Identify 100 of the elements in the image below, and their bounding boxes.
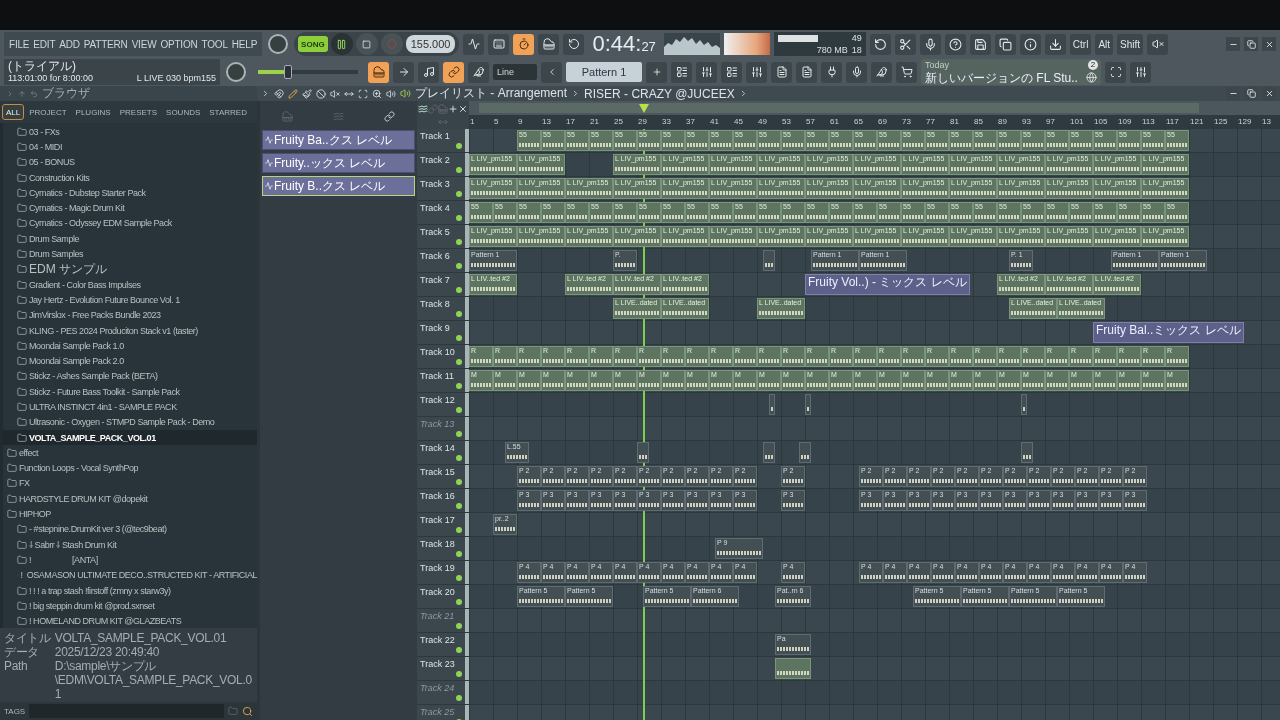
browser-folder-item[interactable]: Jay Hertz - Evolution Future Bounce Vol. 1 [3, 292, 257, 308]
track-mute-led[interactable] [456, 647, 462, 653]
toolbar-toggle[interactable] [538, 33, 560, 55]
track-header[interactable]: Track 21 [417, 609, 469, 632]
track-mute-led[interactable] [456, 359, 462, 365]
toolbar-button[interactable] [994, 33, 1016, 55]
window-toggle-button[interactable] [671, 61, 692, 83]
track-header[interactable]: Track 12 [417, 393, 469, 416]
browser-folder-item[interactable]: ! OSAMASON ULTIMATE DECO..STRUCTED KIT - ARTIFICIAL [3, 567, 257, 583]
pattern-selector[interactable]: Pattern 1 [566, 62, 642, 82]
track-mute-led[interactable] [456, 695, 462, 701]
browser-folder-item[interactable]: Ultrasonic - Oxygen - STMPD Sample Pack - Demo [3, 414, 257, 430]
track-mute-led[interactable] [456, 431, 462, 437]
toolbar-button[interactable] [1105, 61, 1126, 83]
track-header[interactable]: Track 18 [417, 537, 469, 560]
pattern-clip[interactable] [763, 442, 775, 463]
toolbar-button[interactable] [1044, 33, 1066, 55]
track-header[interactable]: Track 15 [417, 465, 469, 488]
browser-folder-item[interactable]: ! big steppin drum kit @prod.sxnset [3, 598, 257, 614]
browser-folder-item[interactable]: 04 - MIDI [3, 139, 257, 155]
browser-folder-item[interactable]: ULTRA INSTINCT 4in1 - SAMPLE PACK [3, 399, 257, 415]
browser-folder-item[interactable]: FX [3, 475, 257, 492]
browser-folder-item[interactable]: ! [ANTA] [3, 552, 257, 568]
track-header[interactable]: Track 6 [417, 249, 469, 272]
modifier-key-button[interactable]: Alt [1095, 33, 1114, 55]
toolbar-toggle[interactable] [513, 33, 535, 55]
master-pitch-knob[interactable] [226, 62, 246, 82]
window-toggle-button[interactable] [721, 61, 742, 83]
pattern-clip[interactable] [1021, 442, 1033, 463]
track-header[interactable]: Track 4 [417, 201, 469, 224]
news-panel[interactable]: Today 新しいバージョンの FL Stu.. 2 [921, 59, 1101, 85]
window-toggle-button[interactable] [771, 61, 792, 83]
track-header[interactable]: Track 8 [417, 297, 469, 320]
track-mute-led[interactable] [456, 671, 462, 677]
clip-source-item[interactable]: Fruity..ックス レベル [262, 153, 415, 173]
browser-folder-item[interactable]: Stickz - Future Bass Toolkit - Sample Pack [3, 384, 257, 400]
slider-thumb[interactable] [284, 65, 292, 79]
minimize-button[interactable] [1226, 37, 1240, 51]
playhead-marker[interactable] [639, 104, 649, 113]
play-button[interactable] [330, 33, 353, 55]
toolbar-toggle[interactable] [463, 33, 485, 55]
tempo-display[interactable]: 155.000 [405, 35, 456, 53]
restore-button[interactable] [1244, 37, 1258, 51]
track-mute-led[interactable] [456, 167, 462, 173]
browser-folder-item[interactable]: Construction Kits [3, 169, 257, 186]
track-mute-led[interactable] [456, 239, 462, 245]
track-mute-led[interactable] [456, 527, 462, 533]
toolbar-toggle[interactable] [418, 61, 439, 83]
close-button[interactable] [1262, 86, 1276, 101]
toolbar-toggle[interactable] [488, 33, 510, 55]
toolbar-toggle[interactable] [468, 61, 489, 83]
browser-folder-item[interactable]: Drum Sample [3, 231, 257, 247]
track-mute-led[interactable] [456, 215, 462, 221]
window-toggle-button[interactable] [846, 61, 867, 83]
automation-clip[interactable]: Fruity Bal..ミックス レベル [1093, 322, 1244, 343]
mute-button[interactable] [1147, 33, 1169, 55]
window-toggle-button[interactable] [821, 61, 842, 83]
menu-item[interactable]: ADD [57, 38, 82, 50]
timeline-ruler[interactable]: 1 5 9 13 17 21 25 29 33 37 41 45 49 53 57 61 65 69 73 77 81 85 89 93 97 101 105 109 113 117 121 125 129 13 [469, 115, 1280, 129]
track-mute-led[interactable] [456, 143, 462, 149]
menu-item[interactable]: FILE [7, 38, 32, 50]
toolbar-toggle[interactable] [393, 61, 414, 83]
browser-folder-item[interactable]: HIPHOP [3, 506, 257, 522]
pattern-clip[interactable] [799, 442, 811, 463]
toolbar-button[interactable] [869, 33, 891, 55]
browser-folder-item[interactable]: Gradient - Color Bass Impulses [3, 276, 257, 293]
modifier-key-button[interactable]: Shift [1117, 33, 1144, 55]
toolbar-toggle[interactable] [368, 61, 389, 83]
clip-source-item[interactable]: Fruity B..クス レベル [262, 176, 415, 196]
toolbar-button[interactable] [919, 33, 941, 55]
menu-item[interactable]: PATTERN [81, 38, 130, 50]
track-header[interactable]: Track 7 [417, 273, 469, 296]
audio-clip[interactable] [775, 658, 811, 679]
modifier-key-button[interactable]: Ctrl [1069, 33, 1092, 55]
minimize-button[interactable] [1226, 86, 1240, 101]
browser-folder-item[interactable]: 05 - BONUS [3, 154, 257, 170]
track-mute-led[interactable] [456, 479, 462, 485]
track-mute-led[interactable] [456, 407, 462, 413]
clip-source-item[interactable]: Fruity Ba..クス レベル [262, 130, 415, 150]
stop-button[interactable] [355, 33, 378, 55]
browser-folder-item[interactable]: ! HOMELAND DRUM KIT @GLAZBEATS [3, 613, 257, 628]
toolbar-button[interactable] [1019, 33, 1041, 55]
track-header[interactable]: Track 16 [417, 489, 469, 512]
track-header[interactable]: Track 22 [417, 633, 469, 656]
browser-folder-item[interactable]: Stickz - Ashes Sample Pack (BETA) [3, 368, 257, 385]
pattern-clip[interactable] [763, 250, 775, 271]
track-header[interactable]: Track 17 [417, 513, 469, 536]
browser-folder-item[interactable]: Moondai Sample Pack 2.0 [3, 353, 257, 369]
browser-folder-item[interactable]: effect [3, 445, 257, 461]
track-mute-led[interactable] [456, 287, 462, 293]
track-header[interactable]: Track 25 [417, 705, 469, 720]
toolbar-button[interactable] [944, 33, 966, 55]
browser-folder-item[interactable]: VOLTA_SAMPLE_PACK_VOL.01 [3, 429, 257, 446]
toolbar-button[interactable] [1130, 61, 1151, 83]
track-header[interactable]: Track 1 [417, 129, 469, 152]
master-volume-knob[interactable] [268, 34, 289, 54]
track-mute-led[interactable] [456, 263, 462, 269]
track-header[interactable]: Track 5 [417, 225, 469, 248]
track-header[interactable]: Track 13 [417, 417, 469, 440]
browser-folder-item[interactable]: 03 - FXs [3, 124, 257, 140]
